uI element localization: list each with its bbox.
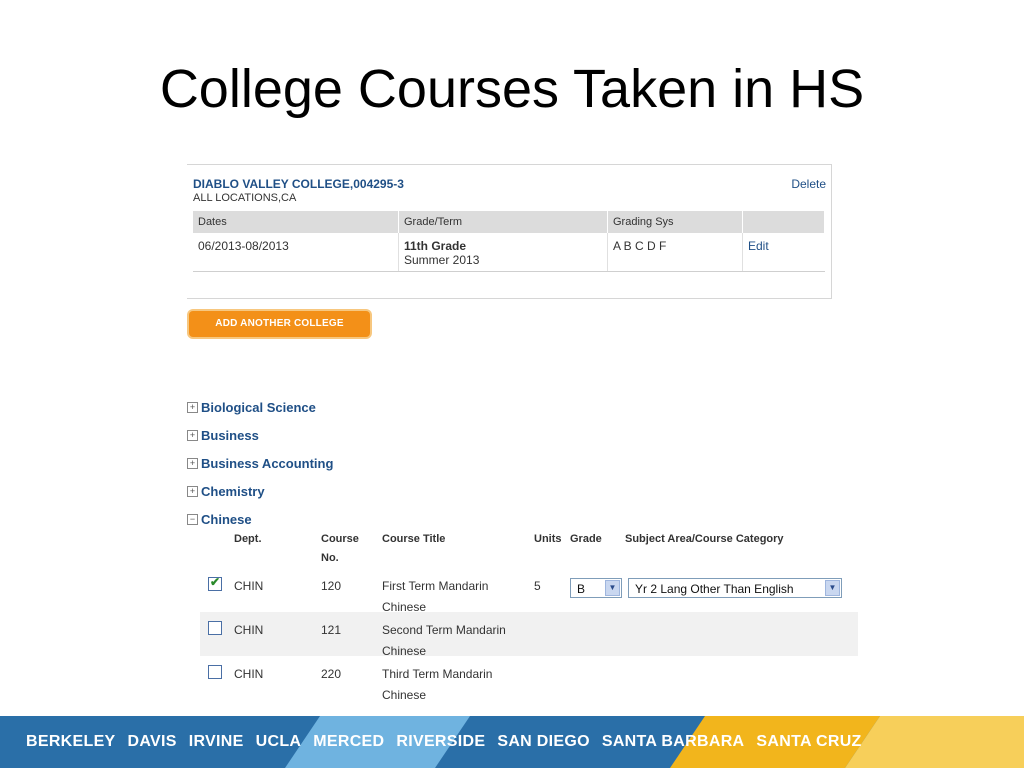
subject-label[interactable]: Chinese (201, 512, 252, 527)
checkmark-icon: ✔ (210, 575, 221, 589)
campus-berkeley: BERKELEY (26, 733, 116, 750)
subject-label[interactable]: Business (201, 428, 259, 443)
campus-ucla: UCLA (255, 733, 302, 750)
slide-title: College Courses Taken in HS (159, 59, 865, 119)
subject-label[interactable]: Biological Science (201, 400, 316, 415)
grade-select[interactable]: B ▼ (570, 578, 622, 598)
actions-cell: Edit (742, 233, 825, 272)
header-grade: Grade (570, 533, 602, 545)
dept-cell: CHIN (234, 623, 264, 637)
chevron-down-icon[interactable]: ▼ (825, 580, 840, 596)
course-title-line1: First Term Mandarin (382, 579, 489, 593)
table-row: CHIN 220 Third Term Mandarin Chinese (200, 656, 858, 702)
header-category: Subject Area/Course Category (625, 533, 784, 545)
subject-item-business-accounting[interactable]: + Business Accounting (187, 449, 333, 477)
course-table-header: Dept. Course No. Course Title Units Grad… (200, 530, 858, 568)
dates-cell: 06/2013-08/2013 (193, 233, 399, 272)
subject-item-chinese[interactable]: − Chinese (187, 505, 333, 533)
campus-merced: MERCED (313, 733, 385, 750)
units-cell: 5 (534, 579, 541, 593)
course-no-cell: 121 (321, 623, 342, 637)
subject-item-chemistry[interactable]: + Chemistry (187, 477, 333, 505)
course-title-cell: Third Term Mandarin Chinese (382, 664, 492, 706)
term: Summer 2013 (404, 253, 480, 267)
expand-icon[interactable]: + (187, 485, 198, 497)
delete-link[interactable]: Delete (791, 177, 826, 191)
grading-sys-cell: A B C D F (607, 233, 743, 272)
table-row: CHIN 121 Second Term Mandarin Chinese (200, 612, 858, 658)
college-card: DIABLO VALLEY COLLEGE,004295-3 ALL LOCAT… (187, 164, 832, 299)
add-another-college-button[interactable]: ADD ANOTHER COLLEGE (189, 311, 370, 337)
dept-cell: CHIN (234, 579, 264, 593)
grade-level: 11th Grade (404, 239, 467, 253)
course-checkbox[interactable] (208, 665, 222, 679)
header-units: Units (534, 533, 562, 545)
subject-tree: + Biological Science + Business + Busine… (187, 393, 333, 533)
campus-irvine: IRVINE (188, 733, 244, 750)
header-dept: Dept. (234, 533, 262, 545)
edit-link[interactable]: Edit (748, 239, 769, 253)
table-row: ✔ CHIN 120 First Term Mandarin Chinese 5… (200, 568, 858, 614)
campus-list: BERKELEY DAVIS IRVINE UCLA MERCED RIVERS… (26, 716, 874, 768)
col-grading-sys: Grading Sys (607, 211, 743, 233)
course-title-line1: Second Term Mandarin (382, 623, 506, 637)
grade-term-cell: 11th Grade Summer 2013 (398, 233, 608, 272)
col-grade-term: Grade/Term (398, 211, 608, 233)
collapse-icon[interactable]: − (187, 513, 198, 525)
campus-san-diego: SAN DIEGO (497, 733, 590, 750)
header-course-no-line2: No. (321, 552, 339, 564)
campus-santa-cruz: SANTA CRUZ (756, 733, 862, 750)
college-name: DIABLO VALLEY COLLEGE,004295-3 (193, 177, 404, 191)
course-title-line2: Chinese (382, 688, 427, 702)
table-row: 06/2013-08/2013 11th Grade Summer 2013 A… (193, 233, 825, 272)
expand-icon[interactable]: + (187, 429, 198, 441)
college-location: ALL LOCATIONS,CA (193, 192, 297, 204)
course-table: Dept. Course No. Course Title Units Grad… (200, 530, 858, 702)
campus-santa-barbara: SANTA BARBARA (601, 733, 745, 750)
col-actions (742, 211, 825, 233)
course-checkbox[interactable] (208, 621, 222, 635)
subject-label[interactable]: Chemistry (201, 484, 265, 499)
col-dates: Dates (193, 211, 399, 233)
header-course-title: Course Title (382, 533, 446, 545)
campus-davis: DAVIS (127, 733, 177, 750)
subject-item-business[interactable]: + Business (187, 421, 333, 449)
college-header: DIABLO VALLEY COLLEGE,004295-3 ALL LOCAT… (193, 177, 404, 204)
table-header-row: Dates Grade/Term Grading Sys (193, 211, 825, 233)
campus-riverside: RIVERSIDE (396, 733, 486, 750)
expand-icon[interactable]: + (187, 457, 198, 469)
category-select-value: Yr 2 Lang Other Than English (635, 582, 794, 596)
chevron-down-icon[interactable]: ▼ (605, 580, 620, 596)
course-no-cell: 220 (321, 667, 342, 681)
course-title-line1: Third Term Mandarin (382, 667, 493, 681)
subject-label[interactable]: Business Accounting (201, 456, 333, 471)
course-no-cell: 120 (321, 579, 342, 593)
dept-cell: CHIN (234, 667, 264, 681)
uc-campus-banner: BERKELEY DAVIS IRVINE UCLA MERCED RIVERS… (0, 716, 1024, 768)
expand-icon[interactable]: + (187, 401, 198, 413)
header-course-no-line1: Course (321, 533, 359, 545)
course-checkbox[interactable]: ✔ (208, 575, 222, 591)
category-select[interactable]: Yr 2 Lang Other Than English ▼ (628, 578, 842, 598)
subject-item-biological-science[interactable]: + Biological Science (187, 393, 333, 421)
college-dates-table: Dates Grade/Term Grading Sys 06/2013-08/… (193, 211, 825, 272)
grade-select-value: B (577, 582, 586, 596)
